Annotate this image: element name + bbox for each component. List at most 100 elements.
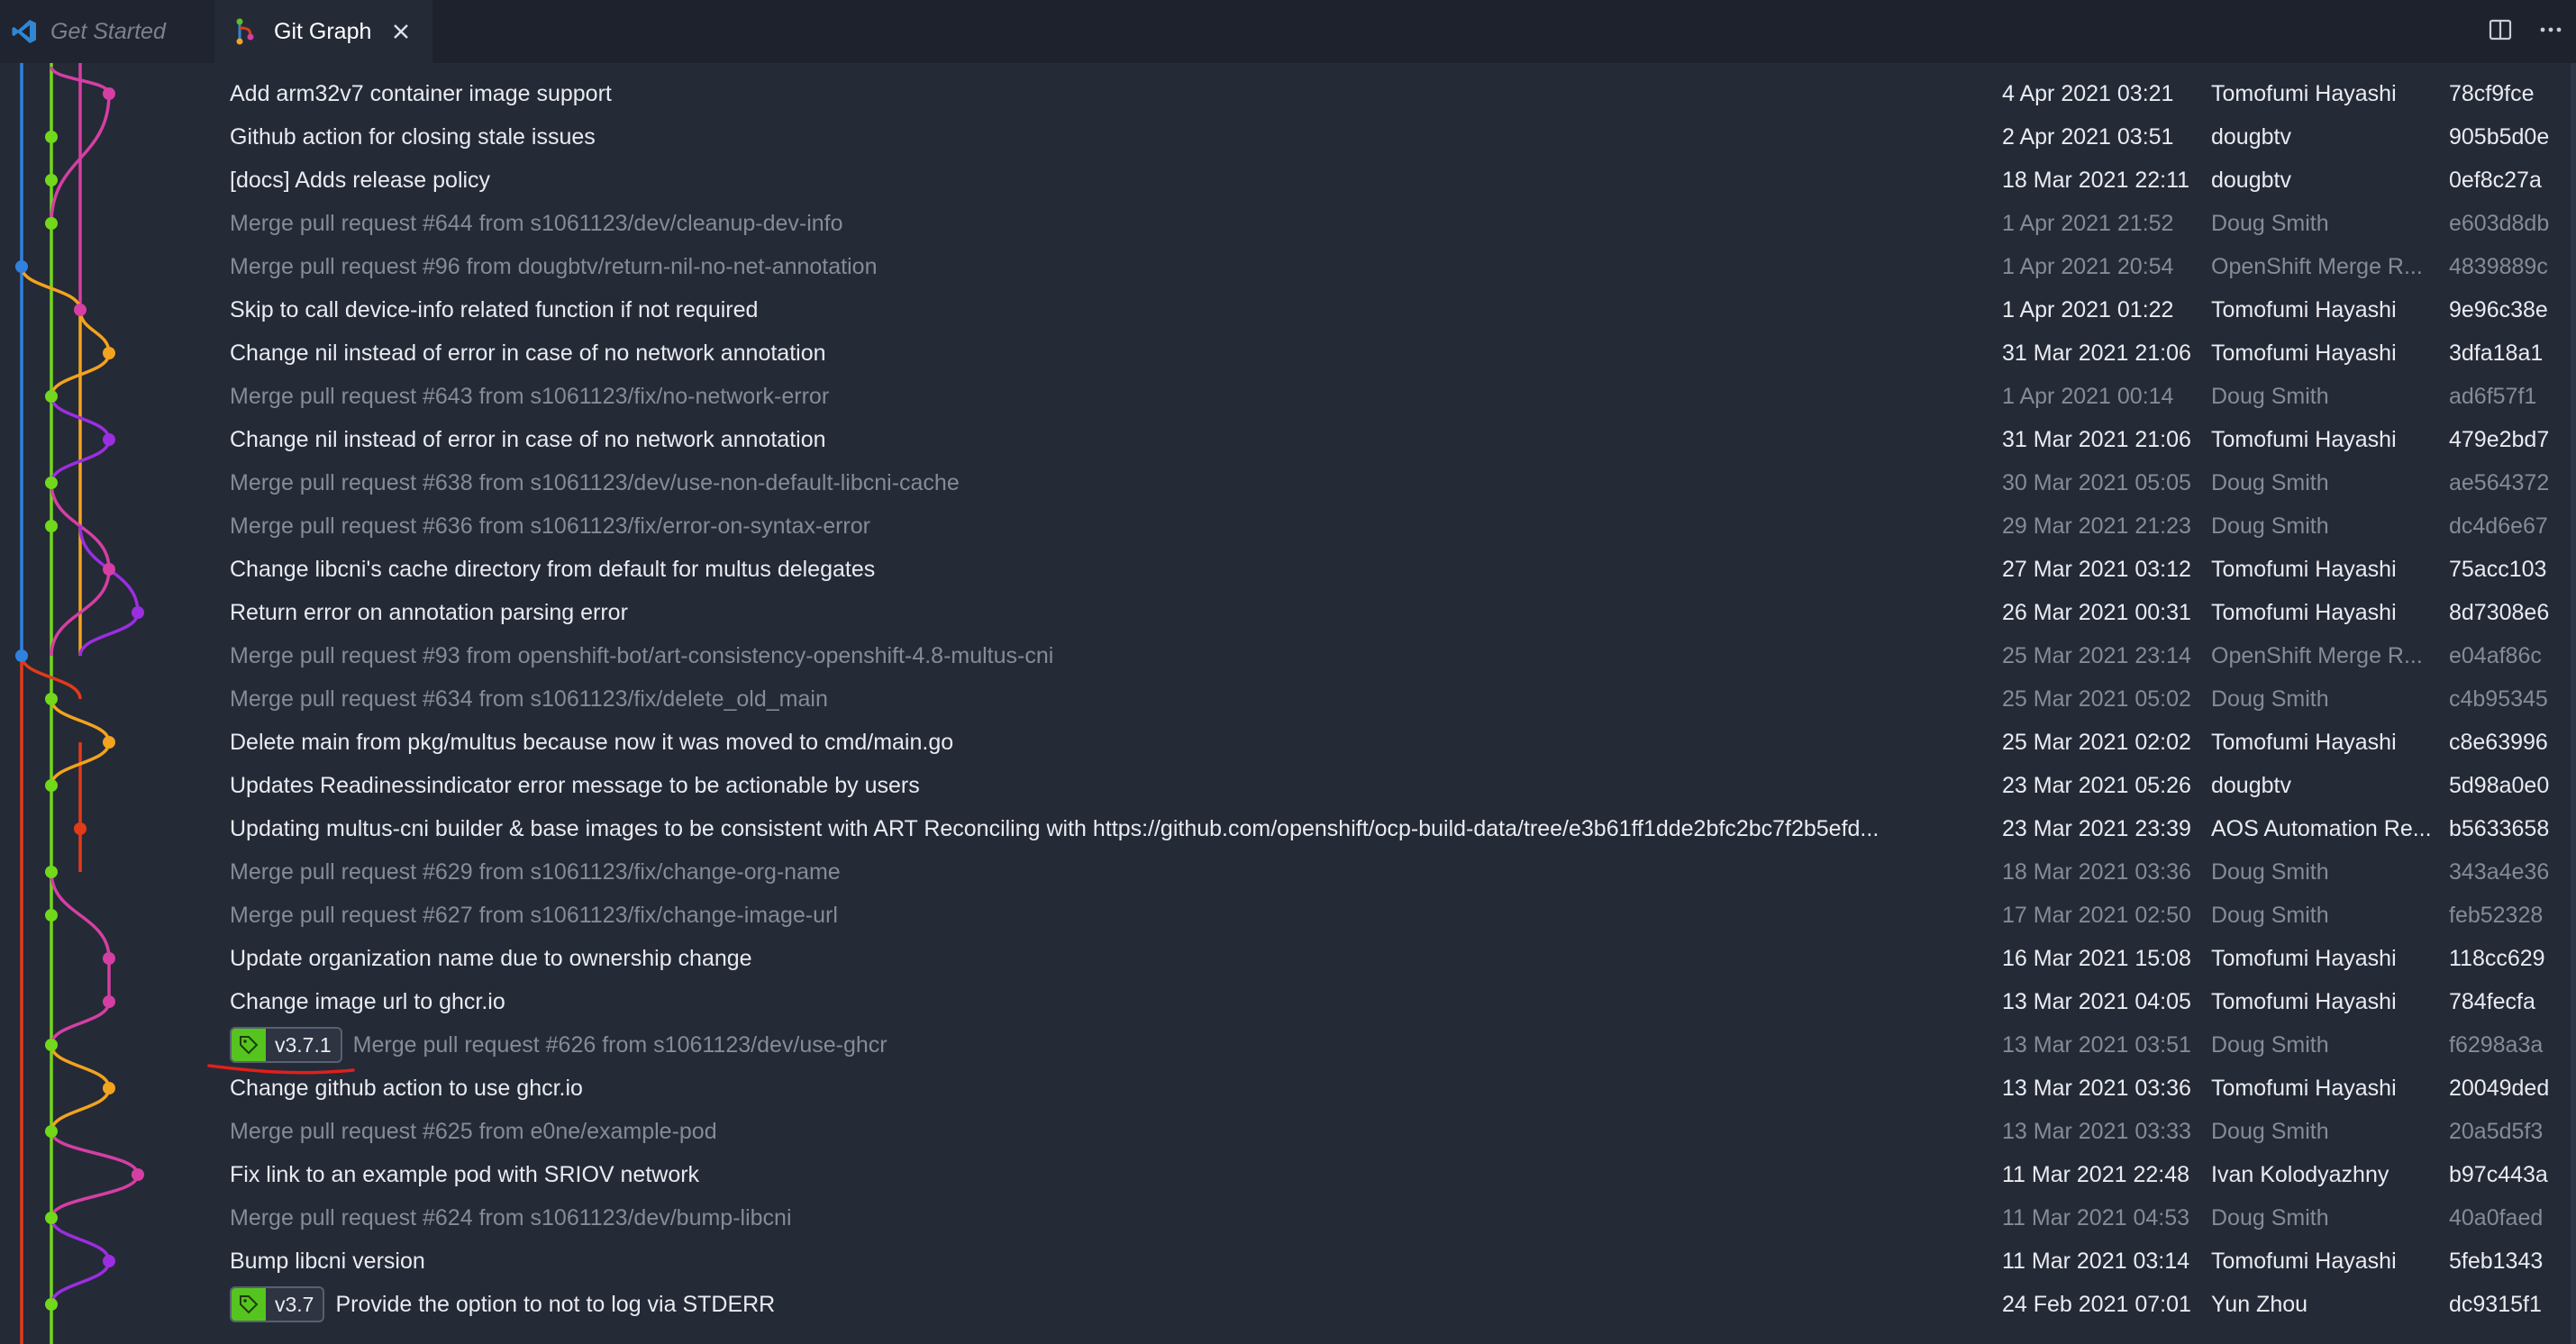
close-icon[interactable] — [391, 22, 411, 41]
commit-hash: 8d7308e6 — [2449, 600, 2550, 625]
commit-author: Tomofumi Hayashi — [2211, 427, 2397, 452]
tab-get-started[interactable]: Get Started — [0, 0, 214, 63]
commit-author: Tomofumi Hayashi — [2211, 989, 2397, 1014]
commit-message-text: Merge pull request #624 from s1061123/de… — [230, 1205, 792, 1230]
commit-row[interactable]: Delete main from pkg/multus because now … — [0, 721, 2576, 764]
commit-author: Tomofumi Hayashi — [2211, 730, 2397, 755]
commit-date: 23 Mar 2021 23:39 — [2002, 816, 2191, 841]
commit-row[interactable]: Change image url to ghcr.io 13 Mar 2021 0… — [0, 980, 2576, 1023]
commit-row[interactable]: Updates Readinessindicator error message… — [0, 764, 2576, 807]
commit-message: Skip to call device-info related functio… — [230, 288, 758, 331]
commit-message-text: Merge pull request #629 from s1061123/fi… — [230, 859, 841, 885]
commit-row[interactable]: Merge pull request #644 from s1061123/de… — [0, 202, 2576, 245]
commit-date: 13 Mar 2021 03:36 — [2002, 1076, 2191, 1101]
commit-row[interactable]: [docs] Adds release policy 18 Mar 2021 22… — [0, 159, 2576, 202]
commit-author: Tomofumi Hayashi — [2211, 81, 2397, 106]
commit-author: Tomofumi Hayashi — [2211, 297, 2397, 322]
commit-date: 24 Feb 2021 07:01 — [2002, 1292, 2191, 1317]
commit-message: Merge pull request #625 from e0ne/exampl… — [230, 1110, 717, 1153]
commit-message-text: Skip to call device-info related functio… — [230, 297, 759, 322]
commit-author: AOS Automation Re... — [2211, 816, 2432, 841]
commit-row[interactable]: Update organization name due to ownershi… — [0, 937, 2576, 980]
commit-author: Tomofumi Hayashi — [2211, 1249, 2397, 1274]
commit-row[interactable]: Change github action to use ghcr.io 13 Ma… — [0, 1067, 2576, 1110]
commit-date: 4 Apr 2021 03:21 — [2002, 81, 2174, 106]
commit-message: Bump libcni version — [230, 1240, 425, 1283]
commit-row[interactable]: v3.7 Provide the option to not to log via… — [0, 1283, 2576, 1326]
commit-hash: 40a0faed — [2449, 1205, 2544, 1230]
commit-author: dougbtv — [2211, 124, 2291, 150]
commit-hash: ae564372 — [2449, 470, 2550, 495]
commit-hash: 20049ded — [2449, 1076, 2550, 1101]
commit-hash: dc9315f1 — [2449, 1292, 2542, 1317]
commit-row[interactable]: Updating multus-cni builder & base image… — [0, 807, 2576, 850]
commit-date: 13 Mar 2021 03:33 — [2002, 1119, 2191, 1144]
commit-row[interactable]: Merge pull request #627 from s1061123/fi… — [0, 894, 2576, 937]
commit-author: Doug Smith — [2211, 1119, 2329, 1144]
commit-hash: b5633658 — [2449, 816, 2550, 841]
commit-author: Doug Smith — [2211, 686, 2329, 712]
commit-author: Doug Smith — [2211, 384, 2329, 409]
commit-row[interactable]: Add arm32v7 container image support 4 Apr… — [0, 72, 2576, 115]
commit-row[interactable]: Merge pull request #643 from s1061123/fi… — [0, 375, 2576, 418]
commit-row[interactable]: Merge pull request #636 from s1061123/fi… — [0, 504, 2576, 548]
commit-hash: 0ef8c27a — [2449, 168, 2542, 193]
commit-date: 31 Mar 2021 21:06 — [2002, 427, 2191, 452]
commit-date: 2 Apr 2021 03:51 — [2002, 124, 2174, 150]
commit-hash: 4839889c — [2449, 254, 2548, 279]
git-graph-icon — [232, 17, 259, 46]
commit-message: Change github action to use ghcr.io — [230, 1067, 583, 1110]
commit-row[interactable]: Merge pull request #625 from e0ne/exampl… — [0, 1110, 2576, 1153]
tag-label: v3.7 — [275, 1293, 314, 1316]
commit-hash: c4b95345 — [2449, 686, 2548, 712]
commit-row[interactable]: Change nil instead of error in case of n… — [0, 418, 2576, 461]
commit-date: 18 Mar 2021 03:36 — [2002, 859, 2191, 885]
commit-row[interactable]: Return error on annotation parsing error… — [0, 591, 2576, 634]
scrollbar[interactable] — [2571, 63, 2576, 1344]
commit-row[interactable]: Skip to call device-info related functio… — [0, 288, 2576, 331]
commit-message-text: Merge pull request #634 from s1061123/fi… — [230, 686, 828, 712]
commit-message-text: Merge pull request #636 from s1061123/fi… — [230, 513, 870, 539]
commit-hash: b97c443a — [2449, 1162, 2548, 1187]
split-editor-icon[interactable] — [2488, 17, 2513, 47]
commit-row[interactable]: Change nil instead of error in case of n… — [0, 331, 2576, 375]
commit-row[interactable]: Merge pull request #638 from s1061123/de… — [0, 461, 2576, 504]
commit-row[interactable]: v3.7.1 Merge pull request #626 from s1061… — [0, 1023, 2576, 1067]
commit-date: 13 Mar 2021 04:05 — [2002, 989, 2191, 1014]
commit-message: Add arm32v7 container image support — [230, 72, 612, 115]
commit-row[interactable]: Merge pull request #629 from s1061123/fi… — [0, 850, 2576, 894]
commit-hash: 118cc629 — [2449, 946, 2545, 971]
tag-badge[interactable]: v3.7.1 — [230, 1027, 342, 1063]
commit-message-text: Updates Readinessindicator error message… — [230, 773, 920, 798]
commit-row[interactable]: Change libcni's cache directory from def… — [0, 548, 2576, 591]
commit-hash: e603d8db — [2449, 211, 2550, 236]
commit-row[interactable]: Fix link to an example pod with SRIOV ne… — [0, 1153, 2576, 1196]
commit-row[interactable]: Merge pull request #93 from openshift-bo… — [0, 634, 2576, 677]
commit-message-text: Merge pull request #625 from e0ne/exampl… — [230, 1119, 717, 1144]
tab-git-graph[interactable]: Git Graph — [214, 0, 432, 63]
commit-author: Ivan Kolodyazhny — [2211, 1162, 2389, 1187]
commit-author: Tomofumi Hayashi — [2211, 946, 2397, 971]
tag-badge[interactable]: v3.7 — [230, 1286, 325, 1322]
commit-message: Merge pull request #638 from s1061123/de… — [230, 461, 960, 504]
commit-message-text: Update organization name due to ownershi… — [230, 946, 752, 971]
commit-date: 29 Mar 2021 21:23 — [2002, 513, 2191, 539]
commit-message-text: Change github action to use ghcr.io — [230, 1076, 583, 1101]
commit-author: Doug Smith — [2211, 1205, 2329, 1230]
commit-message-text: Provide the option to not to log via STD… — [335, 1292, 776, 1317]
commit-date: 25 Mar 2021 02:02 — [2002, 730, 2191, 755]
more-actions-icon[interactable] — [2538, 17, 2563, 47]
commit-hash: 75acc103 — [2449, 557, 2547, 582]
commit-row[interactable]: Github action for closing stale issues 2 … — [0, 115, 2576, 159]
commit-row[interactable]: Merge pull request #634 from s1061123/fi… — [0, 677, 2576, 721]
commit-author: Tomofumi Hayashi — [2211, 557, 2397, 582]
commit-row[interactable]: Bump libcni version 11 Mar 2021 03:14 Tomo… — [0, 1240, 2576, 1283]
commit-date: 30 Mar 2021 05:05 — [2002, 470, 2191, 495]
commit-row[interactable]: Merge pull request #96 from dougbtv/retu… — [0, 245, 2576, 288]
commit-author: Tomofumi Hayashi — [2211, 1076, 2397, 1101]
commit-hash: c8e63996 — [2449, 730, 2548, 755]
commit-author: Doug Smith — [2211, 513, 2329, 539]
commit-row[interactable]: Merge pull request #624 from s1061123/de… — [0, 1196, 2576, 1240]
commit-message: Updates Readinessindicator error message… — [230, 764, 920, 807]
commit-hash: 5d98a0e0 — [2449, 773, 2550, 798]
